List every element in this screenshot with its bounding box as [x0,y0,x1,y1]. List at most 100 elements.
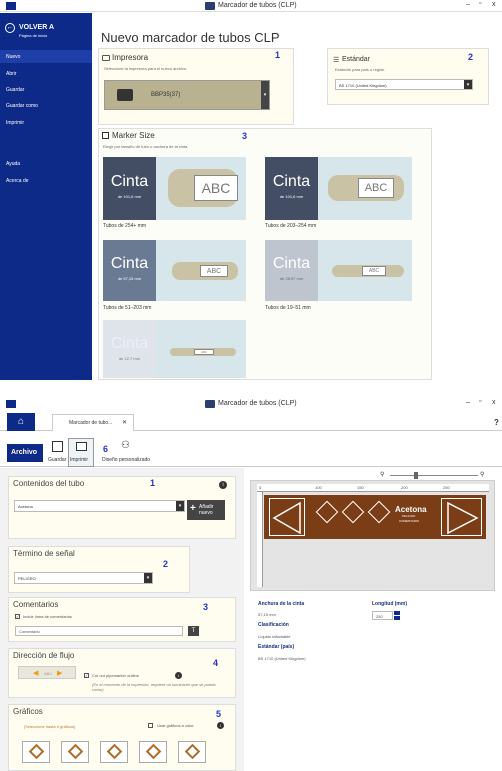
length-input[interactable]: 250 [372,611,393,620]
add-new-label: Añadir nuevo [199,504,214,516]
ghs-oxidizer-icon[interactable] [100,741,128,763]
app-logo-icon [205,2,215,10]
back-title[interactable]: VOLVER A [19,24,54,31]
sidebar-item-acerca[interactable]: Acerca de [6,178,29,184]
zoom-slider[interactable] [390,475,478,476]
printer-chevron-down-icon[interactable]: ▾ [261,81,269,109]
length-stepper-up[interactable] [394,611,400,615]
sidebar-item-guardar[interactable]: Guardar [6,87,24,93]
flow-right-arrow-icon[interactable]: ▶ [57,669,62,677]
comments-input[interactable]: Comentario [15,626,183,636]
printer-icon [102,55,110,61]
badge-2: 2 [468,52,474,62]
back-arrow-icon[interactable]: ← [5,23,15,33]
marker-size-label: Marker Size [112,131,155,140]
ghs-corrosive-icon[interactable] [139,741,167,763]
help-icon[interactable]: ? [494,418,499,427]
standard-select[interactable]: BS 1710 (United Kingdom) ▾ [335,79,473,90]
sidebar-item-abrir[interactable]: Abrir [6,71,17,77]
graphics-color-checkbox[interactable] [148,723,153,728]
standard-chevron-down-icon[interactable]: ▾ [464,80,472,89]
cutout-checkbox[interactable]: ✓ [84,673,89,678]
back-subtitle: Página de inicio [19,33,48,38]
standard-hint: Estándar para país o región [335,67,385,72]
ribbon-archivo-button[interactable]: Archivo [7,444,43,462]
length-stepper-down[interactable] [394,616,400,620]
save-icon[interactable] [52,441,63,452]
close-button[interactable]: x [492,1,496,8]
printer-label: Impresora [112,53,149,62]
signal-select[interactable]: PELIGRO ▾ [14,572,153,584]
ghs-exclamation-icon[interactable] [22,741,50,763]
tile-width: de 12,7 mm [118,356,141,361]
flow-left-arrow-icon[interactable]: ◀ [33,669,38,677]
cutout-note: (En el momento de la impresión, requiere… [92,682,216,692]
sidebar-item-nuevo[interactable]: Nuevo [6,54,20,60]
tile-word: Cinta [110,173,149,190]
flow-direction-selector[interactable]: ◀ ABC ▶ [18,666,76,679]
badge-e2: 2 [163,559,169,569]
zoom-out-icon[interactable]: ⚲ [380,471,384,478]
badge-6: 6 [103,444,109,454]
size-tile-5[interactable]: Cinta de 12,7 mm [103,320,156,378]
home-button[interactable]: ⌂ [7,413,35,431]
signal-chevron-down-icon[interactable]: ▾ [144,573,152,583]
tile-width: de 57,15 mm [117,276,142,281]
custom-design-icon[interactable]: ⚇ [121,440,130,451]
tab-close-icon[interactable]: ✕ [122,419,127,426]
print-icon [76,442,87,451]
sidebar-item-imprimir[interactable]: Imprimir [6,120,24,126]
text-format-button[interactable]: T [188,626,199,636]
sidebar-item-guardar-como[interactable]: Guardar como [6,103,38,109]
app-menu-icon[interactable] [6,2,16,10]
marker-signal-word: PELIGRO [402,514,416,518]
editor-minimize-button[interactable]: – [466,399,470,406]
custom-design-button[interactable]: Diseño personalizado [102,457,150,463]
marker-comment: COMENTARIO [399,519,420,523]
minimize-button[interactable]: – [466,1,470,8]
contents-chevron-down-icon[interactable]: ▾ [176,501,184,511]
flow-abc-label: ABC [44,671,53,676]
editor-close-button[interactable]: x [492,399,496,406]
editor-maximize-button[interactable]: ▫ [479,398,481,405]
marker-size-hint: Elegir por tamaño de tubo o anchura de l… [103,144,189,149]
size-tile-3-preview[interactable]: ABC [156,240,246,301]
size-tile-2[interactable]: Cinta de 101,6 mm [265,157,318,220]
add-new-button[interactable]: + Añadir nuevo [187,500,225,520]
size-tile-1[interactable]: Cinta de 101,6 mm [103,157,156,220]
editor-app-icon[interactable] [6,400,16,408]
cutout-label: Cut out pipemarker outline [92,673,139,678]
size-tile-4[interactable]: Cinta de 28,57 mm [265,240,318,301]
size-tile-3[interactable]: Cinta de 57,15 mm [103,240,156,301]
marker-substance-name: Acetona [395,505,427,514]
tile-width: de 101,6 mm [279,194,304,199]
document-tab[interactable]: Marcador de tubo... ✕ [52,414,134,431]
comments-title: Comentarios [13,600,59,609]
save-button[interactable]: Guardar [48,457,66,463]
print-button[interactable]: Imprimir [70,457,88,463]
comments-checkbox[interactable]: ✓ [15,614,20,619]
size-caption-1: Tubos de 254+ mm [103,223,147,229]
maximize-button[interactable]: ▫ [479,0,481,7]
ghs-flame-icon[interactable] [61,741,89,763]
sidebar: ← VOLVER A Página de inicio Nuevo Abrir … [0,13,92,380]
standard-list-icon: ☰ [333,57,340,64]
cutout-info-icon[interactable]: i [175,672,182,679]
screens-divider [0,380,502,397]
marker-size-checkbox[interactable] [102,132,109,139]
zoom-slider-handle[interactable] [414,472,418,479]
size-tile-2-preview[interactable]: ABC [318,157,412,220]
contents-select[interactable]: Acetona ▾ [14,500,185,512]
badge-e3: 3 [203,602,209,612]
size-tile-4-preview[interactable]: ABC [318,240,412,301]
zoom-in-icon[interactable]: ⚲ [480,471,484,478]
size-tile-5-preview[interactable]: ABC [156,320,246,378]
graphics-info-icon[interactable]: i [217,722,224,729]
sidebar-item-ayuda[interactable]: Ayuda [6,161,20,167]
size-tile-1-preview[interactable]: ABC [156,157,246,220]
contents-info-icon[interactable]: i [219,481,227,489]
printer-select[interactable]: BBP35(37) ▾ [104,80,270,110]
marker-left-arrow-icon [269,498,305,536]
tube-label: ABC [358,178,394,198]
ghs-toxic-icon[interactable] [178,741,206,763]
